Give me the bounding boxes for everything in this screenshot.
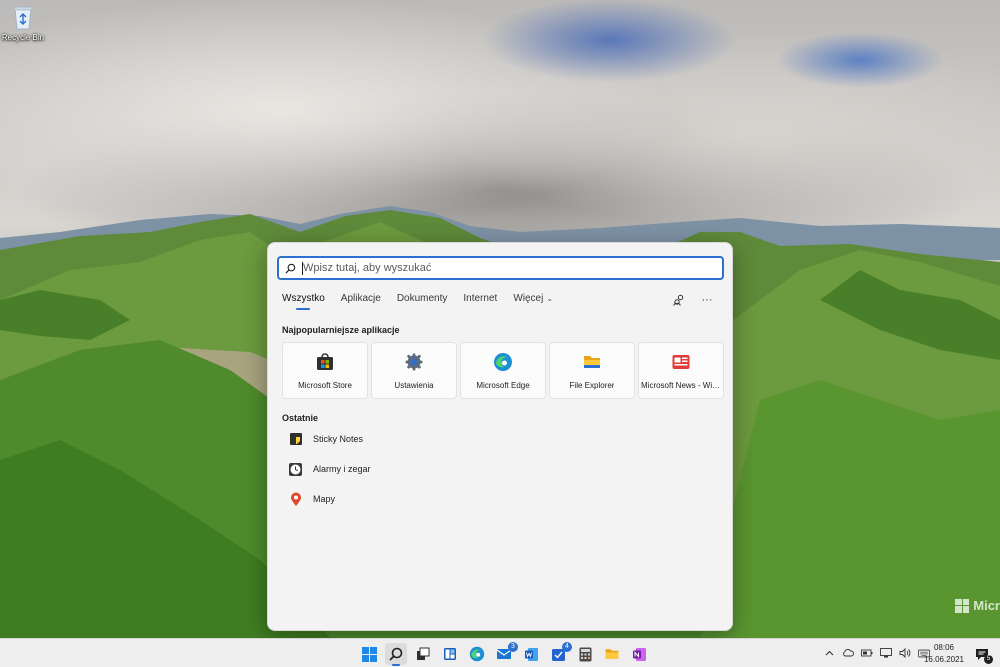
search-icon bbox=[389, 647, 403, 661]
search-tools: ··· bbox=[672, 293, 714, 307]
app-card-microsoft-store[interactable]: Microsoft Store bbox=[282, 342, 368, 399]
folder-icon bbox=[581, 351, 603, 373]
system-tray bbox=[823, 646, 930, 660]
news-icon bbox=[670, 351, 692, 373]
clock[interactable]: 08:06 16.06.2021 bbox=[924, 642, 964, 666]
edge-icon bbox=[492, 351, 514, 373]
recent-item-alarms-clock[interactable]: Alarmy i zegar bbox=[288, 461, 371, 477]
app-card-microsoft-news[interactable]: Microsoft News - Wia... bbox=[638, 342, 724, 399]
edge-icon bbox=[469, 646, 485, 662]
chevron-up-icon[interactable] bbox=[823, 646, 835, 660]
recycle-bin-shortcut[interactable]: Recycle Bin bbox=[2, 4, 44, 42]
notification-count: 5 bbox=[984, 655, 993, 664]
taskbar-edge-button[interactable] bbox=[466, 643, 488, 665]
tab-web[interactable]: Internet bbox=[463, 293, 497, 310]
map-pin-icon bbox=[288, 492, 303, 507]
search-box[interactable] bbox=[277, 256, 724, 280]
windows-logo-icon bbox=[955, 598, 970, 613]
tab-documents[interactable]: Dokumenty bbox=[397, 293, 448, 310]
app-card-file-explorer[interactable]: File Explorer bbox=[549, 342, 635, 399]
top-apps-title: Najpopularniejsze aplikacje bbox=[282, 325, 400, 335]
sticky-notes-icon bbox=[288, 432, 303, 447]
volume-icon[interactable] bbox=[899, 646, 911, 660]
app-card-label: Ustawienia bbox=[394, 381, 434, 390]
search-panel: Wszystko Aplikacje Dokumenty Internet Wi… bbox=[267, 242, 733, 631]
recent-item-label: Alarmy i zegar bbox=[313, 464, 371, 474]
taskbar-apps: 3 4 bbox=[358, 642, 650, 666]
search-icon bbox=[279, 263, 301, 274]
widgets-button[interactable] bbox=[439, 643, 461, 665]
account-switch-icon[interactable] bbox=[672, 293, 686, 307]
recycle-bin-icon bbox=[11, 4, 35, 30]
recent-list: Sticky Notes Alarmy i zegar Mapy bbox=[288, 431, 371, 507]
taskbar-mail-button[interactable]: 3 bbox=[493, 642, 518, 665]
alarm-clock-icon bbox=[288, 462, 303, 477]
app-card-label: Microsoft News - Wia... bbox=[641, 381, 721, 390]
app-card-microsoft-edge[interactable]: Microsoft Edge bbox=[460, 342, 546, 399]
clock-time: 08:06 bbox=[933, 643, 954, 652]
word-icon bbox=[524, 647, 538, 661]
app-card-label: Microsoft Store bbox=[298, 381, 352, 390]
search-input[interactable] bbox=[303, 262, 722, 274]
todo-badge: 4 bbox=[562, 642, 572, 652]
top-apps-list: Microsoft Store Ustawienia Microsoft Edg… bbox=[282, 342, 724, 399]
chevron-down-icon: ⌄ bbox=[546, 294, 554, 303]
onenote-icon bbox=[632, 647, 646, 661]
notification-center-button[interactable]: 5 bbox=[974, 646, 993, 664]
taskbar-todo-button[interactable]: 4 bbox=[547, 642, 572, 665]
task-view-button[interactable] bbox=[412, 643, 434, 665]
folder-icon bbox=[605, 649, 619, 659]
windows-watermark: Micr bbox=[955, 598, 1000, 613]
tab-more-label: Więcej bbox=[513, 293, 544, 304]
battery-icon[interactable] bbox=[861, 646, 873, 660]
clock-date: 16.06.2021 bbox=[923, 655, 964, 664]
start-button[interactable] bbox=[358, 643, 380, 665]
widgets-icon bbox=[444, 648, 456, 660]
taskbar-word-button[interactable] bbox=[520, 643, 542, 665]
taskbar-search-button[interactable] bbox=[385, 643, 407, 666]
recent-item-label: Mapy bbox=[313, 494, 336, 504]
taskbar-calculator-button[interactable] bbox=[574, 643, 596, 665]
settings-icon bbox=[403, 351, 425, 373]
windows-logo-icon bbox=[361, 646, 377, 662]
app-card-settings[interactable]: Ustawienia bbox=[371, 342, 457, 399]
watermark-text: Micr bbox=[973, 598, 1000, 613]
onedrive-icon[interactable] bbox=[842, 646, 854, 660]
recycle-bin-label: Recycle Bin bbox=[1, 33, 45, 42]
taskbar-explorer-button[interactable] bbox=[601, 643, 623, 665]
tab-more[interactable]: Więcej ⌄ bbox=[513, 293, 553, 310]
recent-title: Ostatnie bbox=[282, 413, 319, 423]
taskbar: 3 4 08:06 16.06.2021 5 bbox=[0, 638, 1000, 667]
taskbar-onenote-button[interactable] bbox=[628, 643, 650, 665]
store-icon bbox=[314, 351, 336, 373]
calculator-icon bbox=[579, 647, 591, 661]
task-view-icon bbox=[417, 647, 430, 660]
network-icon[interactable] bbox=[880, 646, 892, 660]
tab-apps[interactable]: Aplikacje bbox=[341, 293, 381, 310]
mail-badge: 3 bbox=[508, 642, 518, 652]
app-card-label: File Explorer bbox=[569, 381, 615, 390]
app-card-label: Microsoft Edge bbox=[476, 381, 530, 390]
search-tabs: Wszystko Aplikacje Dokumenty Internet Wi… bbox=[282, 293, 553, 310]
recent-item-sticky-notes[interactable]: Sticky Notes bbox=[288, 431, 371, 447]
recent-item-maps[interactable]: Mapy bbox=[288, 491, 371, 507]
tab-all[interactable]: Wszystko bbox=[282, 293, 325, 310]
more-options-icon[interactable]: ··· bbox=[700, 293, 714, 307]
recent-item-label: Sticky Notes bbox=[313, 434, 364, 444]
